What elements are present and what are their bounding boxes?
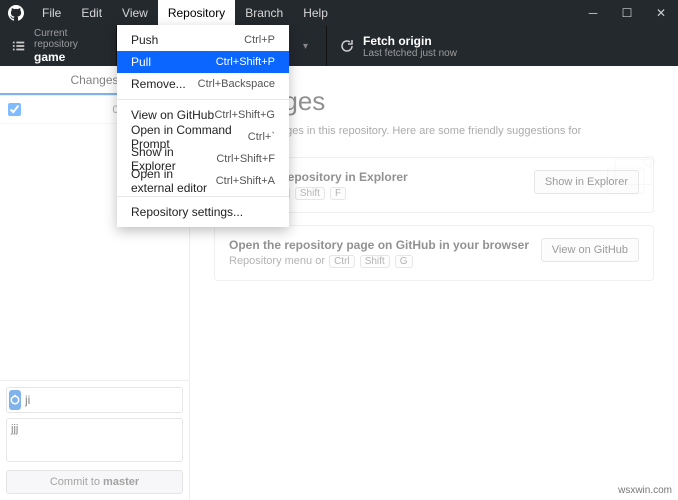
current-repository-selector[interactable]: Current repository game (0, 26, 117, 66)
menu-repository[interactable]: Repository (158, 0, 235, 26)
minimize-button[interactable]: ─ (576, 0, 610, 26)
menu-help[interactable]: Help (293, 0, 338, 26)
menu-bar: FileEditViewRepositoryBranchHelp ─ ☐ ✕ (0, 0, 678, 26)
maximize-button[interactable]: ☐ (610, 0, 644, 26)
window-controls: ─ ☐ ✕ (576, 0, 678, 26)
menu-item-remove[interactable]: Remove...Ctrl+Backspace (117, 73, 289, 95)
toolbar: Current repository game ▾ Fetch origin L… (0, 26, 678, 66)
fetch-origin-button[interactable]: Fetch origin Last fetched just now (327, 26, 678, 66)
menu-item-push[interactable]: PushCtrl+P (117, 29, 289, 51)
menu-separator (117, 99, 289, 100)
fetch-title: Fetch origin (363, 34, 457, 48)
menu-file[interactable]: File (32, 0, 71, 26)
repository-menu-dropdown: PushCtrl+PPullCtrl+Shift+PRemove...Ctrl+… (117, 25, 289, 227)
repo-label: Current repository (34, 28, 104, 50)
menu-branch[interactable]: Branch (235, 0, 293, 26)
app-logo (6, 3, 26, 23)
menu-view[interactable]: View (112, 0, 158, 26)
chevron-down-icon: ▾ (303, 41, 308, 52)
menu-item-pull[interactable]: PullCtrl+Shift+P (117, 51, 289, 73)
menu-item-repository-settings[interactable]: Repository settings... (117, 201, 289, 223)
close-button[interactable]: ✕ (644, 0, 678, 26)
menu-item-open-in-external-editor[interactable]: Open in external editorCtrl+Shift+A (117, 170, 289, 192)
repo-name: game (34, 50, 104, 64)
menu-separator (117, 196, 289, 197)
fetch-subtitle: Last fetched just now (363, 48, 457, 59)
modal-overlay (0, 66, 678, 500)
watermark: wsxwin.com (618, 485, 672, 496)
menu-edit[interactable]: Edit (71, 0, 112, 26)
